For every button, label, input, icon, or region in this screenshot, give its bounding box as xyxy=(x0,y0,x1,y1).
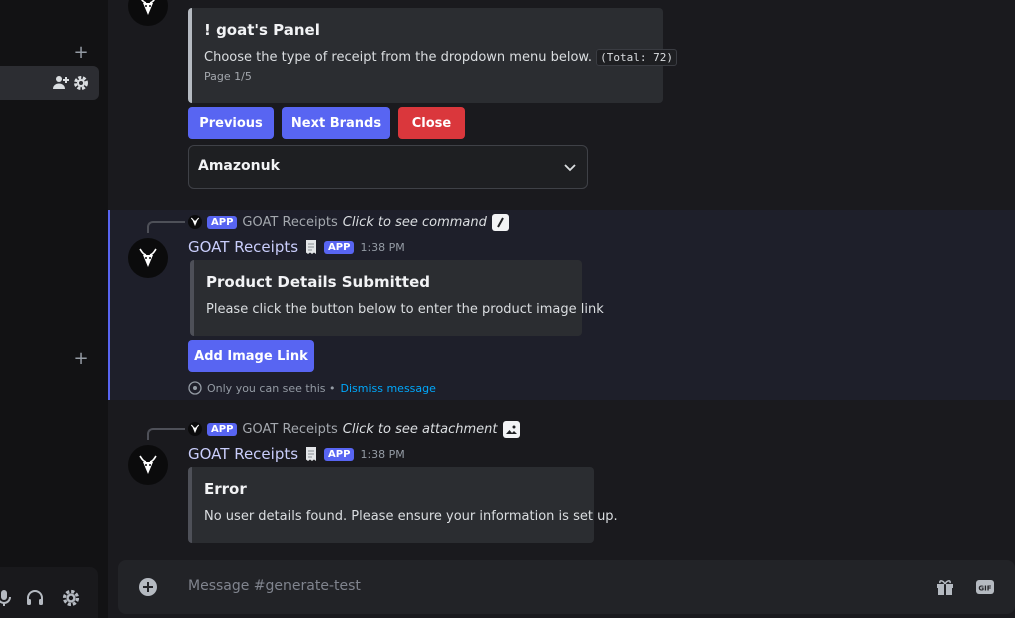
app-tag: APP xyxy=(324,447,355,461)
next-brands-button[interactable]: Next Brands xyxy=(282,107,390,139)
product-embed-description: Please click the button below to enter t… xyxy=(206,302,604,317)
reply-preview[interactable]: APP GOAT Receipts Click to see attachmen… xyxy=(188,420,520,438)
panel-embed: ! goat's Panel Choose the type of receip… xyxy=(188,8,677,103)
error-embed-description: No user details found. Please ensure you… xyxy=(204,509,618,524)
timestamp: 1:38 PM xyxy=(360,240,405,254)
chevron-down-icon xyxy=(564,164,576,172)
microphone-icon[interactable] xyxy=(0,588,14,608)
reply-author[interactable]: GOAT Receipts xyxy=(242,422,337,437)
add-channel-plus-icon-2[interactable]: + xyxy=(72,350,90,368)
receipt-icon xyxy=(306,447,317,461)
user-panel xyxy=(0,567,98,618)
brand-select-value: Amazonuk xyxy=(198,158,280,174)
reply-action[interactable]: Click to see command xyxy=(343,215,487,230)
dismiss-message-link[interactable]: Dismiss message xyxy=(340,382,435,395)
error-embed-title: Error xyxy=(204,480,247,498)
image-icon xyxy=(502,420,520,438)
reply-action[interactable]: Click to see attachment xyxy=(343,422,498,437)
author-name[interactable]: GOAT Receipts xyxy=(188,445,298,463)
add-image-link-button[interactable]: Add Image Link xyxy=(188,340,314,372)
product-embed-title: Product Details Submitted xyxy=(206,273,430,291)
previous-button[interactable]: Previous xyxy=(188,107,274,139)
receipt-icon xyxy=(306,240,317,254)
author-name[interactable]: GOAT Receipts xyxy=(188,238,298,256)
goat-mini-avatar xyxy=(188,215,202,229)
brand-select[interactable]: Amazonuk xyxy=(188,145,588,189)
error-embed: Error No user details found. Please ensu… xyxy=(188,467,618,543)
reply-preview[interactable]: APP GOAT Receipts Click to see command xyxy=(188,213,509,231)
message-input-placeholder[interactable]: Message #generate-test xyxy=(188,578,361,594)
panel-embed-description: Choose the type of receipt from the drop… xyxy=(204,49,677,66)
goat-icon xyxy=(139,455,157,474)
gif-icon[interactable]: GIF xyxy=(975,577,995,597)
channel-sidebar: + + xyxy=(0,0,108,618)
goat-mini-avatar xyxy=(188,422,202,436)
reply-connector xyxy=(147,428,185,440)
panel-embed-text: Choose the type of receipt from the drop… xyxy=(204,50,592,65)
app-tag: APP xyxy=(324,240,355,254)
gear-icon[interactable] xyxy=(61,588,81,608)
reply-connector xyxy=(147,221,185,233)
headphones-icon[interactable] xyxy=(25,588,45,608)
goat-avatar[interactable] xyxy=(128,238,168,278)
goat-icon xyxy=(141,0,155,15)
gift-icon[interactable] xyxy=(935,577,955,597)
ephemeral-text: Only you can see this • xyxy=(207,381,336,395)
add-attachment-plus-icon[interactable] xyxy=(138,577,158,597)
close-button[interactable]: Close xyxy=(398,107,465,139)
svg-text:GIF: GIF xyxy=(978,585,991,593)
reply-author[interactable]: GOAT Receipts xyxy=(242,215,337,230)
product-embed: Product Details Submitted Please click t… xyxy=(190,260,604,336)
add-member-icon[interactable] xyxy=(52,74,70,92)
goat-avatar[interactable] xyxy=(128,445,168,485)
gear-icon[interactable] xyxy=(72,74,90,92)
eye-icon xyxy=(188,381,202,395)
total-code: (Total: 72) xyxy=(596,49,677,66)
message-composer[interactable]: Message #generate-test GIF xyxy=(118,560,1015,614)
slash-command-icon xyxy=(491,213,509,231)
timestamp: 1:38 PM xyxy=(360,447,405,461)
message-header: GOAT Receipts APP 1:38 PM xyxy=(188,237,405,257)
goat-icon xyxy=(139,248,157,267)
app-tag: APP xyxy=(207,215,238,229)
add-channel-plus-icon[interactable]: + xyxy=(72,44,90,62)
app-tag: APP xyxy=(207,422,238,436)
panel-embed-footer: Page 1/5 xyxy=(204,70,252,83)
panel-embed-title: ! goat's Panel xyxy=(204,21,320,39)
message-header: GOAT Receipts APP 1:38 PM xyxy=(188,444,405,464)
sidebar-channel-selected[interactable] xyxy=(0,66,99,100)
ephemeral-notice: Only you can see this • Dismiss message xyxy=(188,380,436,396)
